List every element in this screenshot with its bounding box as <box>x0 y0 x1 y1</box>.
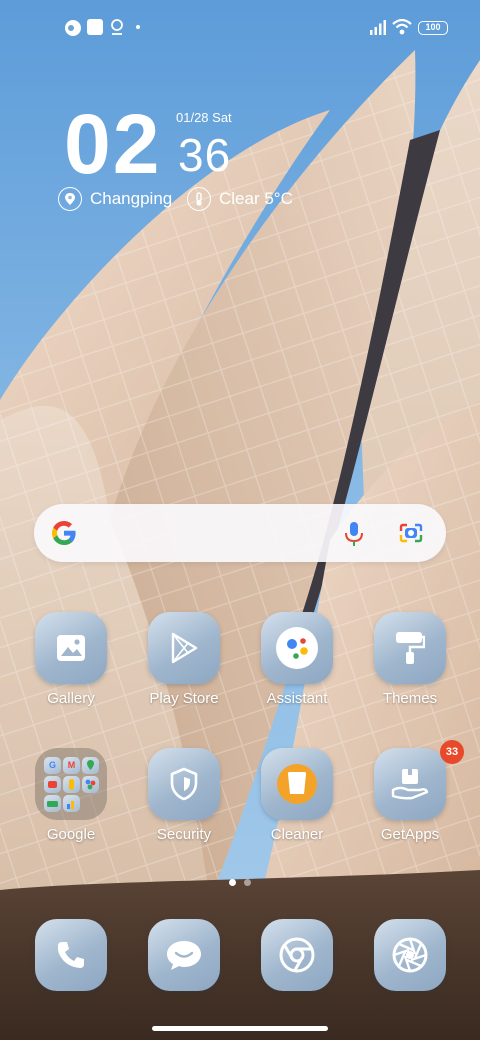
app-label: Assistant <box>266 690 328 707</box>
dock-chrome[interactable] <box>261 919 333 991</box>
app-google-folder[interactable]: G M Google <box>15 748 127 868</box>
folder-drive-app-icon <box>63 776 80 793</box>
page-dot-active <box>229 879 236 886</box>
folder-youtube-app-icon <box>44 776 61 793</box>
wifi-icon <box>392 18 412 35</box>
app-label: Security <box>156 826 212 843</box>
app-label: Cleaner <box>270 826 324 843</box>
folder-google-app-icon: G <box>44 757 61 774</box>
notification-badge: 33 <box>440 740 464 764</box>
home-indicator[interactable] <box>152 1026 328 1031</box>
folder-meet-app-icon <box>44 795 61 812</box>
folder-maps-app-icon <box>82 757 99 774</box>
app-security[interactable]: Security <box>128 748 240 868</box>
clock-date: 01/28 Sat <box>176 110 232 125</box>
google-lens-icon[interactable] <box>398 520 424 546</box>
weather-display[interactable]: Clear 5°C <box>187 186 293 212</box>
microphone-icon[interactable] <box>343 520 365 548</box>
app-cleaner[interactable]: Cleaner <box>241 748 353 868</box>
app-label: Google <box>46 826 96 843</box>
location-pin-icon <box>58 187 82 211</box>
signal-icon <box>370 20 386 35</box>
clock-hours: 02 <box>64 97 162 191</box>
battery-icon: 100 <box>418 21 448 35</box>
thermometer-icon <box>187 187 211 211</box>
location-display[interactable]: Changping <box>58 186 172 212</box>
folder-files-app-icon <box>63 795 80 812</box>
shield-icon <box>148 748 220 820</box>
folder-photos-app-icon <box>82 776 99 793</box>
chrome-icon <box>279 937 315 973</box>
page-dot <box>244 879 251 886</box>
google-g-icon <box>52 521 76 545</box>
app-label: Gallery <box>47 690 95 707</box>
page-indicator <box>229 879 253 887</box>
app-label: GetApps <box>380 826 440 843</box>
app-getapps[interactable]: 33 GetApps <box>354 740 466 868</box>
square-notification-icon <box>87 19 103 35</box>
play-store-icon <box>148 612 220 684</box>
box-hand-icon <box>374 748 446 820</box>
app-play-store[interactable]: Play Store <box>128 612 240 732</box>
assistant-icon <box>261 612 333 684</box>
app-label: Themes <box>382 690 438 707</box>
trash-can-icon <box>261 748 333 820</box>
folder-gmail-app-icon: M <box>63 757 80 774</box>
app-label: Play Store <box>149 690 219 707</box>
more-dot-icon <box>136 25 140 29</box>
app-gallery[interactable]: Gallery <box>15 612 127 732</box>
app-notification-icon <box>65 20 81 36</box>
dock-messaging[interactable] <box>148 919 220 991</box>
camera-aperture-icon <box>392 937 428 973</box>
location-text: Changping <box>90 189 173 208</box>
clock-minutes: 36 <box>178 129 232 181</box>
dock-camera[interactable] <box>374 919 446 991</box>
gallery-icon <box>35 612 107 684</box>
messaging-icon <box>167 941 201 970</box>
paint-roller-icon <box>374 612 446 684</box>
app-assistant[interactable]: Assistant <box>241 612 353 732</box>
location-notification-icon <box>111 19 123 35</box>
weather-text: Clear 5°C <box>219 189 293 208</box>
folder-icon: G M <box>35 748 107 820</box>
google-search-bar[interactable] <box>34 504 446 562</box>
dock-phone[interactable] <box>35 919 107 991</box>
app-themes[interactable]: Themes <box>354 612 466 732</box>
status-bar: 100 <box>0 0 480 56</box>
phone-icon <box>57 942 84 968</box>
